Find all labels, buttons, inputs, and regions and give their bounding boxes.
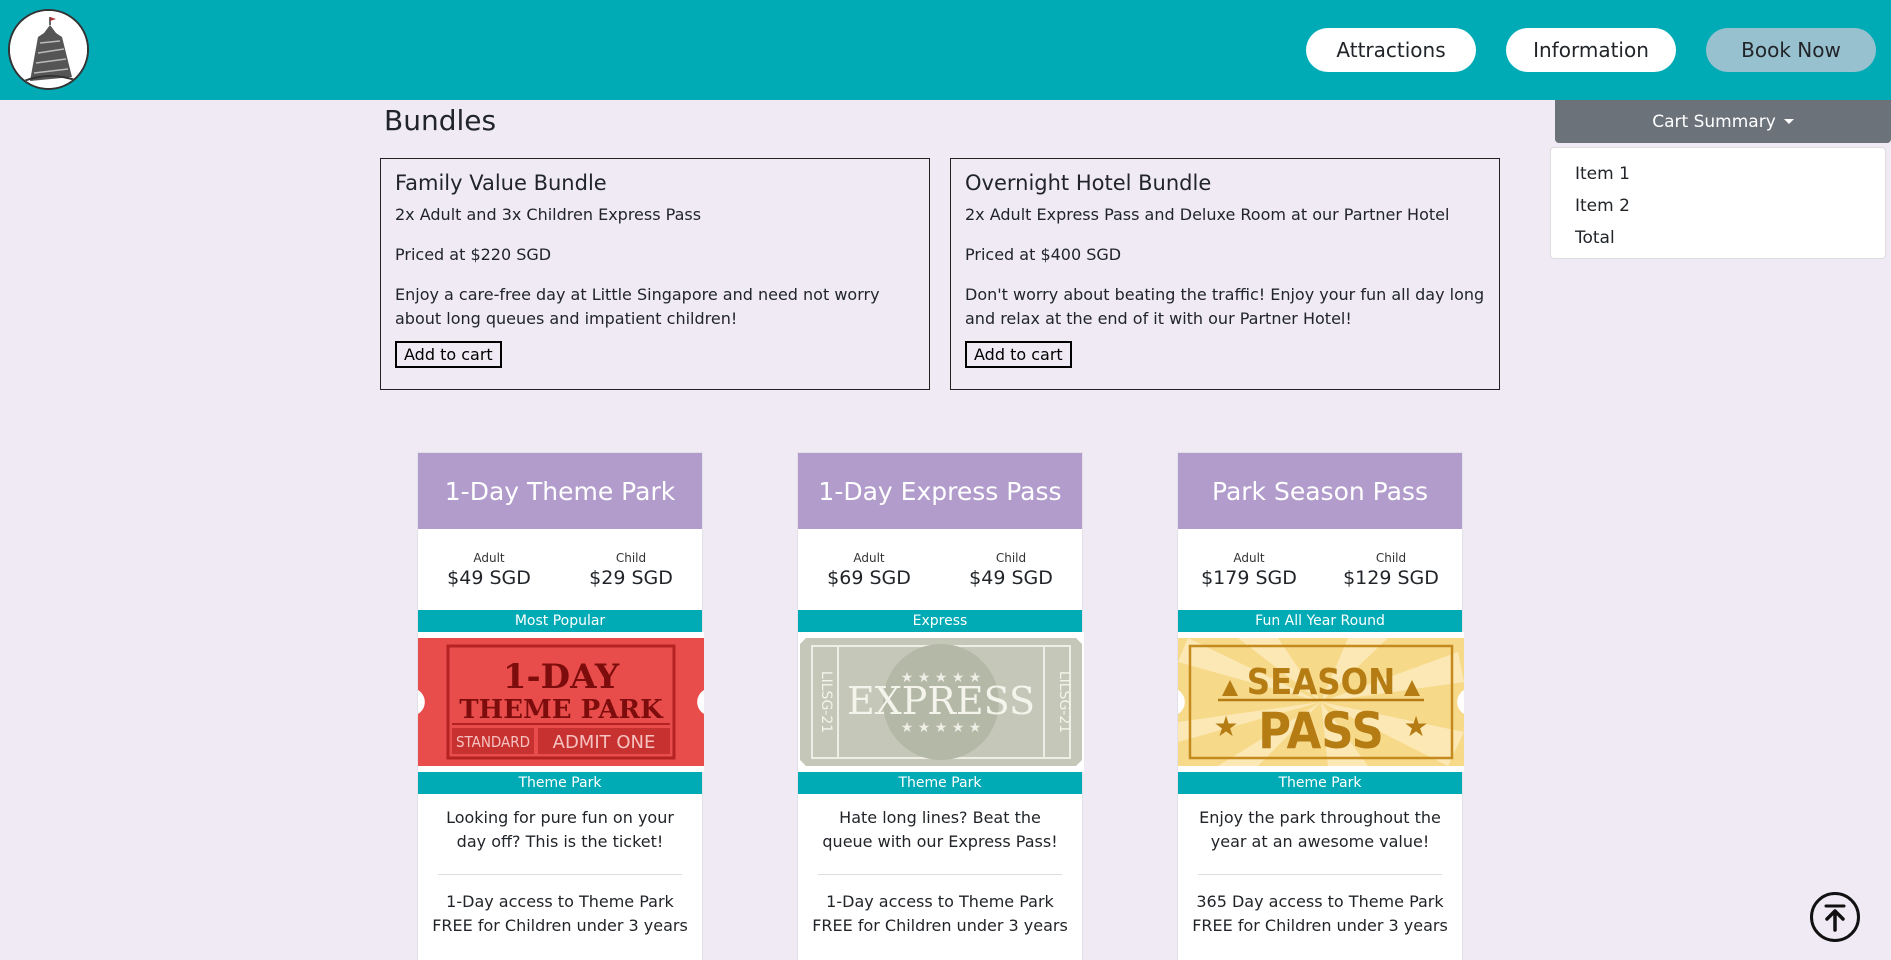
feature-2: FREE for Children under 3 years [1192, 916, 1448, 935]
ticket-category: Theme Park [418, 772, 702, 794]
child-label: Child [995, 551, 1027, 565]
ticket-category: Theme Park [1178, 772, 1462, 794]
bundles-heading: Bundles [384, 104, 497, 137]
art-line-1: SEASON [1247, 662, 1395, 703]
ticket-features: 365 Day access to Theme Park FREE for Ch… [1178, 875, 1462, 938]
ticket-description: Looking for pure fun on your day off? Th… [446, 808, 674, 851]
add-to-cart-button[interactable]: Add to cart [965, 341, 1072, 368]
bundle-name: Overnight Hotel Bundle [965, 171, 1212, 195]
ticket-title: 1-Day Express Pass [798, 453, 1082, 529]
nav-information-button[interactable]: Information [1506, 28, 1676, 72]
art-left: STANDARD [456, 733, 530, 751]
ticket-prices: Adult $69 SGD Child $49 SGD [798, 529, 1082, 610]
ticket-description: Hate long lines? Beat the queue with our… [822, 808, 1058, 851]
adult-label: Adult [1233, 551, 1265, 565]
ticket-features: 1-Day access to Theme Park FREE for Chil… [418, 875, 702, 938]
child-price: $29 SGD [589, 567, 673, 589]
art-line-2: PASS [1258, 702, 1384, 760]
child-price: $49 SGD [969, 567, 1053, 589]
child-label: Child [1375, 551, 1407, 565]
bundle-contents: 2x Adult Express Pass and Deluxe Room at… [965, 205, 1450, 224]
bundle-card-family: Family Value Bundle 2x Adult and 3x Chil… [380, 158, 930, 390]
ticket-card-theme-park[interactable]: 1-Day Theme Park Adult $49 SGD Child $29… [417, 452, 704, 960]
art-line-2: THEME PARK [459, 695, 664, 725]
ticket-image-express: ★ ★ ★ ★ ★ ★ ★ ★ ★ ★ EXPRESS LILSG-21 LIL… [798, 632, 1084, 772]
cart-item-2[interactable]: Item 2 [1551, 190, 1885, 222]
child-price: $129 SGD [1343, 567, 1439, 589]
ticket-tag: Express [798, 610, 1082, 632]
adult-price: $179 SGD [1201, 567, 1297, 589]
back-to-top-button[interactable] [1810, 892, 1860, 942]
art-line-1: 1-DAY [503, 657, 620, 697]
ticket-category: Theme Park [798, 772, 1082, 794]
ticket-card-express[interactable]: 1-Day Express Pass Adult $69 SGD Child $… [797, 452, 1084, 960]
star-icon: ★ [1403, 710, 1428, 743]
art-side-right: LILSG-21 [1056, 671, 1072, 733]
cart-total[interactable]: Total [1551, 222, 1885, 254]
top-navbar: Attractions Information Book Now [0, 0, 1891, 100]
bundle-card-hotel: Overnight Hotel Bundle 2x Adult Express … [950, 158, 1500, 390]
ticket-description: Enjoy the park throughout the year at an… [1199, 808, 1441, 851]
adult-price: $69 SGD [827, 567, 911, 589]
caret-down-icon [1783, 119, 1794, 124]
ticket-tag: Most Popular [418, 610, 702, 632]
child-price-col: Child $129 SGD [1320, 551, 1462, 610]
bundle-name: Family Value Bundle [395, 171, 607, 195]
adult-label: Adult [473, 551, 505, 565]
feature-1: 1-Day access to Theme Park [446, 892, 674, 911]
ticket-tag: Fun All Year Round [1178, 610, 1462, 632]
cart-item-1[interactable]: Item 1 [1551, 158, 1885, 190]
bundle-price: Priced at $220 SGD [395, 245, 552, 264]
add-to-cart-button[interactable]: Add to cart [395, 341, 502, 368]
feature-2: FREE for Children under 3 years [432, 916, 688, 935]
bundle-description: Enjoy a care-free day at Little Singapor… [395, 285, 880, 328]
ticket-features: 1-Day access to Theme Park FREE for Chil… [798, 875, 1082, 938]
child-price-col: Child $29 SGD [560, 551, 702, 610]
adult-price-col: Adult $69 SGD [798, 551, 940, 610]
cart-summary-menu: Item 1 Item 2 Total [1550, 147, 1886, 259]
ticket-prices: Adult $49 SGD Child $29 SGD [418, 529, 702, 610]
site-logo[interactable] [8, 9, 89, 90]
bundle-description: Don't worry about beating the traffic! E… [965, 285, 1485, 328]
feature-1: 1-Day access to Theme Park [826, 892, 1054, 911]
art-main: EXPRESS [847, 679, 1035, 723]
adult-price-col: Adult $179 SGD [1178, 551, 1320, 610]
art-side-left: LILSG-21 [818, 671, 834, 733]
ticket-image-season-pass: SEASON PASS ★ ★ [1178, 632, 1464, 772]
star-icon: ★ [1213, 710, 1238, 743]
ticket-prices: Adult $179 SGD Child $129 SGD [1178, 529, 1462, 610]
bundle-price: Priced at $400 SGD [965, 245, 1122, 264]
ticket-card-season-pass[interactable]: Park Season Pass Adult $179 SGD Child $1… [1177, 452, 1464, 960]
ticket-image-theme-park: 1-DAY THEME PARK STANDARD ADMIT ONE [418, 632, 704, 772]
adult-label: Adult [853, 551, 885, 565]
adult-price: $49 SGD [447, 567, 531, 589]
ticket-title: Park Season Pass [1178, 453, 1462, 529]
nav-book-now-button[interactable]: Book Now [1706, 28, 1876, 72]
feature-1: 365 Day access to Theme Park [1196, 892, 1444, 911]
bundle-contents: 2x Adult and 3x Children Express Pass [395, 205, 702, 224]
adult-price-col: Adult $49 SGD [418, 551, 560, 610]
cart-summary-label: Cart Summary [1652, 111, 1776, 132]
child-label: Child [615, 551, 647, 565]
feature-2: FREE for Children under 3 years [812, 916, 1068, 935]
arrow-up-circle-icon [1824, 904, 1846, 932]
art-right: ADMIT ONE [553, 732, 656, 753]
cart-summary-toggle[interactable]: Cart Summary [1555, 100, 1891, 143]
ticket-title: 1-Day Theme Park [418, 453, 702, 529]
nav-attractions-button[interactable]: Attractions [1306, 28, 1476, 72]
child-price-col: Child $49 SGD [940, 551, 1082, 610]
